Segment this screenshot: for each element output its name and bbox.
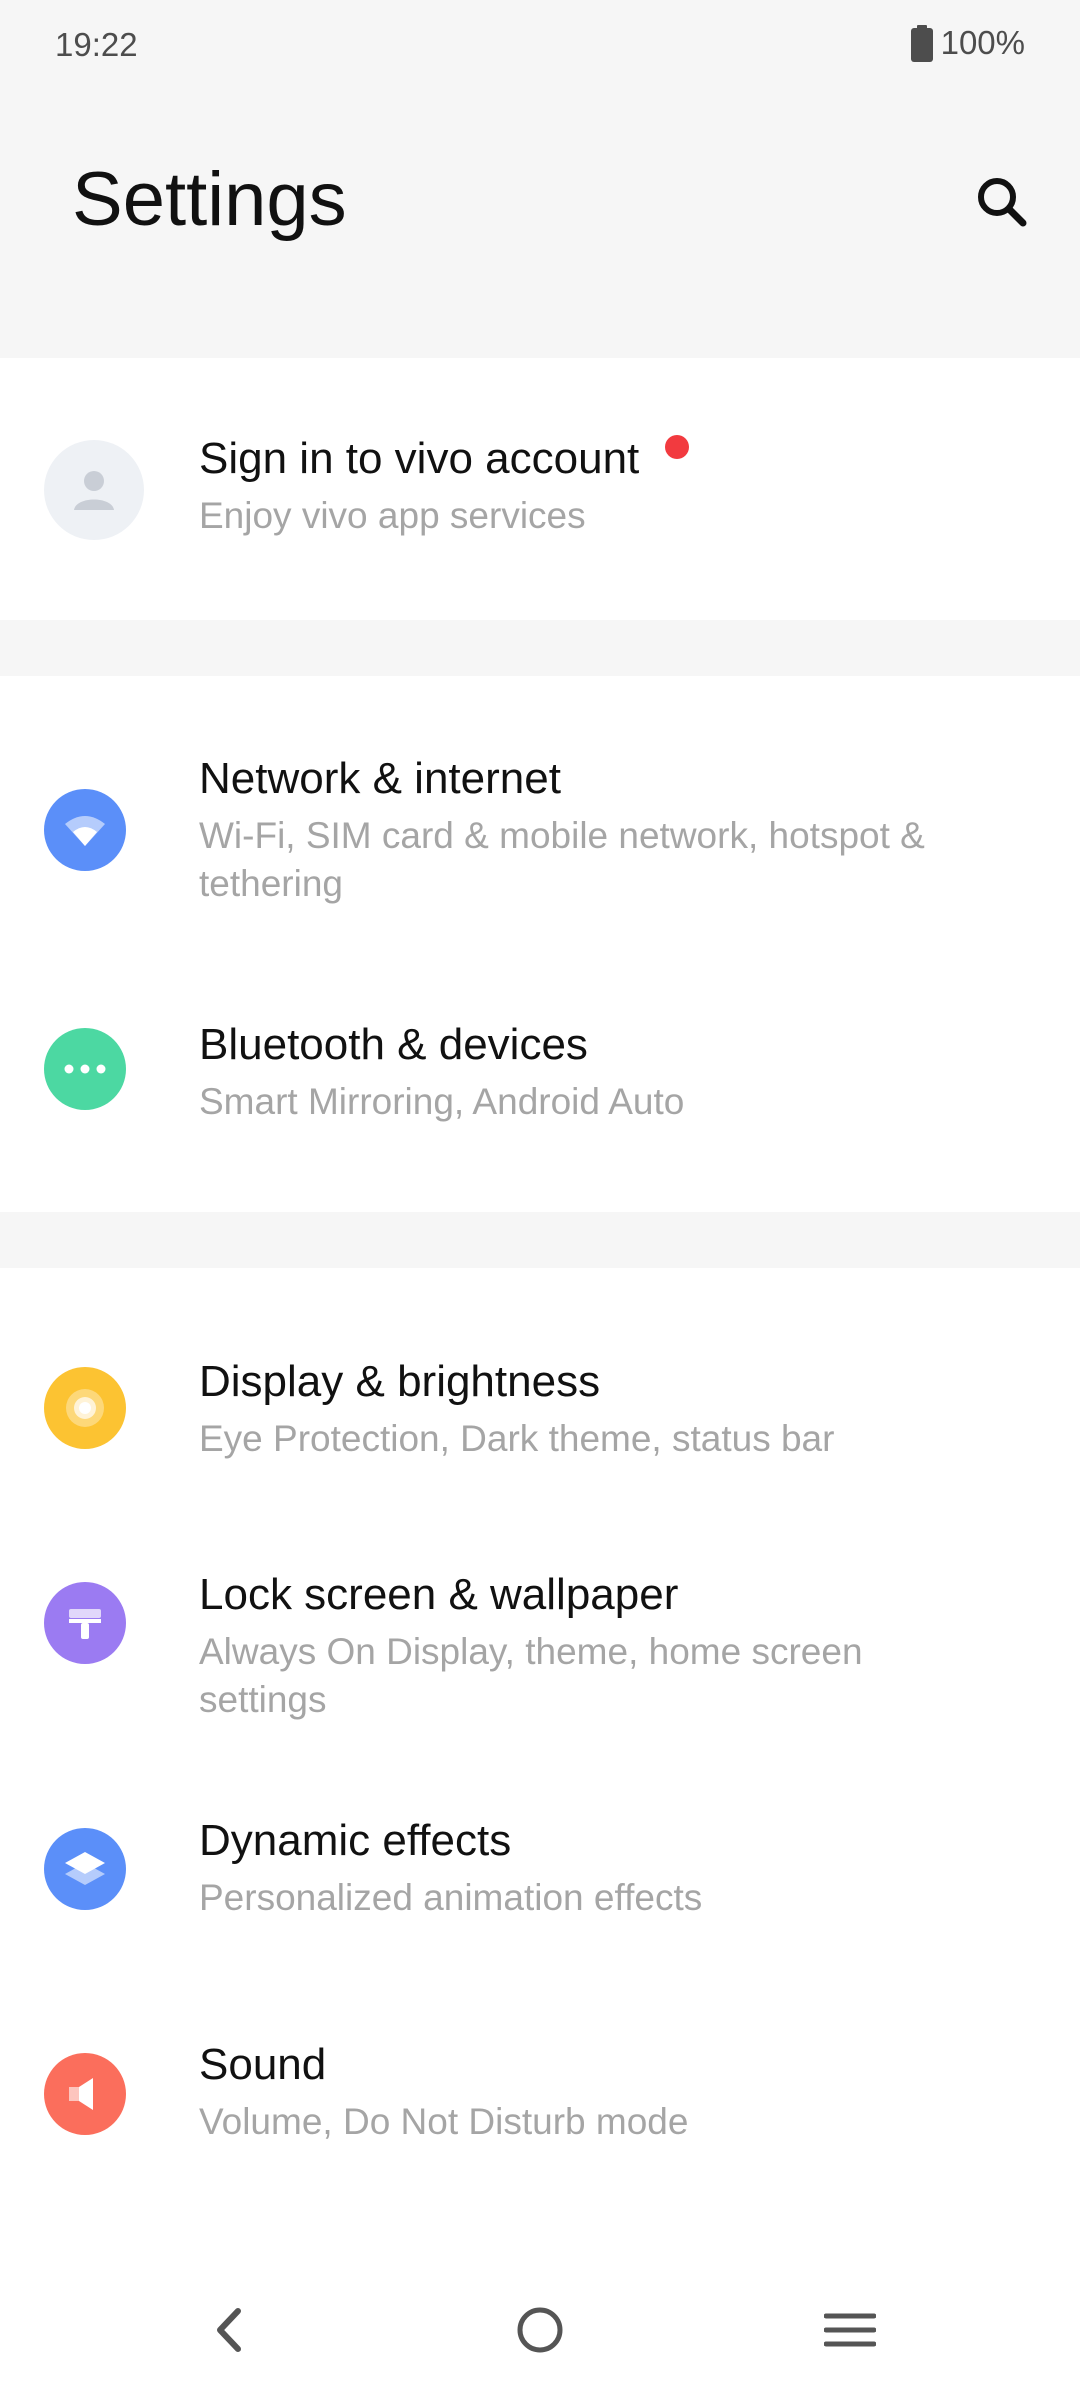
more-dots-icon: [44, 1028, 126, 1110]
status-indicators: 100%: [910, 24, 1025, 62]
personalization-card: Display & brightness Eye Protection, Dar…: [0, 1268, 1080, 2260]
back-button[interactable]: [178, 2280, 278, 2380]
network-subtitle: Wi-Fi, SIM card & mobile network, hotspo…: [199, 815, 925, 904]
search-button[interactable]: [960, 160, 1044, 244]
settings-item-dynamic-effects[interactable]: Dynamic effects Personalized animation e…: [0, 1746, 1080, 1972]
sound-title: Sound: [199, 2040, 327, 2089]
menu-icon: [824, 2313, 876, 2347]
bluetooth-title: Bluetooth & devices: [199, 1020, 588, 1069]
settings-item-network[interactable]: Network & internet Wi-Fi, SIM card & mob…: [0, 676, 1080, 966]
battery-full-icon: [910, 24, 933, 62]
connectivity-card: Network & internet Wi-Fi, SIM card & mob…: [0, 676, 1080, 1212]
battery-percentage: 100%: [940, 24, 1025, 61]
search-icon: [978, 178, 1027, 227]
settings-item-lock-screen[interactable]: Lock screen & wallpaper Always On Displa…: [0, 1482, 1080, 1746]
settings-item-sound[interactable]: Sound Volume, Do Not Disturb mode: [0, 1972, 1080, 2192]
network-title: Network & internet: [199, 754, 561, 803]
display-title: Display & brightness: [199, 1357, 601, 1406]
bluetooth-subtitle: Smart Mirroring, Android Auto: [199, 1081, 685, 1122]
home-icon: [517, 2307, 563, 2353]
account-title: Sign in to vivo account: [199, 434, 640, 483]
account-subtitle: Enjoy vivo app services: [199, 495, 586, 536]
lock-screen-subtitle: Always On Display, theme, home screen se…: [199, 1631, 863, 1720]
brightness-icon: [44, 1367, 126, 1449]
settings-item-display[interactable]: Display & brightness Eye Protection, Dar…: [0, 1268, 1080, 1482]
header: Settings: [0, 90, 1080, 358]
layers-icon: [44, 1828, 126, 1910]
recents-button[interactable]: [800, 2280, 900, 2380]
lock-screen-title: Lock screen & wallpaper: [199, 1570, 679, 1619]
dynamic-effects-subtitle: Personalized animation effects: [199, 1877, 703, 1918]
notification-dot: [665, 435, 690, 459]
paint-roller-icon: [44, 1582, 126, 1664]
page-title: Settings: [72, 157, 347, 242]
back-icon: [217, 2308, 241, 2352]
status-bar: 19:22 100%: [0, 0, 1080, 90]
sound-subtitle: Volume, Do Not Disturb mode: [199, 2101, 689, 2142]
home-button[interactable]: [490, 2280, 590, 2380]
display-subtitle: Eye Protection, Dark theme, status bar: [199, 1418, 835, 1459]
sign-in-account-row[interactable]: Sign in to vivo account Enjoy vivo app s…: [0, 358, 1080, 620]
status-time: 19:22: [55, 26, 138, 63]
avatar-icon: [44, 440, 144, 540]
navigation-bar: [0, 2260, 1080, 2400]
dynamic-effects-title: Dynamic effects: [199, 1816, 512, 1865]
account-card: Sign in to vivo account Enjoy vivo app s…: [0, 358, 1080, 620]
speaker-icon: [44, 2053, 126, 2135]
settings-item-bluetooth[interactable]: Bluetooth & devices Smart Mirroring, And…: [0, 966, 1080, 1212]
wifi-icon: [44, 789, 126, 871]
